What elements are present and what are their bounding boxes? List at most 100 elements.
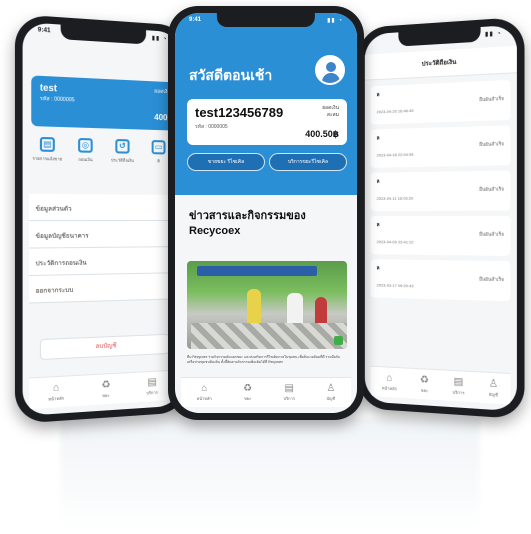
photo-logo [334, 336, 343, 345]
history-list: ล 2023-04-20 16:46:49 ยืนยันสำเร็จ ล 202… [371, 80, 511, 307]
list-item[interactable]: ล 2023-04-09 23:41:22 ยืนยันสำเร็จ [371, 216, 511, 256]
recycle-service-button[interactable]: บริการขยะรีไซเคิล [269, 153, 347, 171]
list-item[interactable]: ล 2023-04-18 22:04:54 ยืนยันสำเร็จ [371, 125, 511, 168]
nav-service[interactable]: ▤ บริการ [146, 377, 157, 397]
center-phone: 9:41 ▮▮ ◔ สวัสดีตอนเช้า test123456789 รห… [168, 6, 364, 420]
phone-reflection [60, 418, 480, 528]
recycle-icon: ♻ [101, 379, 110, 392]
center-screen: 9:41 ▮▮ ◔ สวัสดีตอนเช้า test123456789 รห… [175, 13, 357, 413]
left-screen: 9:41 ▮▮ ◔ test รหัส : 0000005 ยอดเงิ 400… [23, 22, 182, 416]
action-label: ถอนเงิน [78, 157, 92, 162]
recycle-icon: ♻ [243, 383, 252, 395]
status-time: 9:41 [38, 27, 51, 40]
nav-recycle[interactable]: ♻ ขยะ [420, 374, 429, 394]
truck-icon: ▭ [152, 140, 166, 154]
item-date: 2023-04-20 16:46:49 [377, 104, 504, 114]
home-icon: ⌂ [197, 383, 212, 395]
status-badge: ยืนยันสำเร็จ [479, 275, 504, 283]
nav-label: บัญชี [489, 392, 498, 398]
menu-item-withdraw-history[interactable]: ประวัติการถอนเงิน [29, 247, 175, 276]
nav-service[interactable]: ▤ บริการ [452, 376, 464, 396]
action-label: รายการแจ้งขาย [32, 156, 62, 162]
avatar[interactable] [315, 55, 345, 85]
nav-service[interactable]: ▤ บริการ [283, 383, 295, 402]
nav-profile[interactable]: ♙ บัญชี [489, 378, 499, 398]
nav-home[interactable]: ⌂ หน้าหลัก [382, 372, 397, 392]
nav-home[interactable]: ⌂ หน้าหลัก [197, 383, 212, 402]
account-card: test รหัส : 0000005 ยอดเงิ 400 [31, 75, 173, 130]
nav-label: ขยะ [102, 393, 109, 399]
quick-actions: ▤ รายการแจ้งขาย ◎ ถอนเงิน ↺ ประวัติถือเงิน … [31, 137, 181, 165]
nav-recycle[interactable]: ♻ ขยะ [243, 383, 252, 402]
delete-account-button[interactable]: ลบบัญชี [40, 334, 170, 360]
item-title: ล [377, 221, 504, 230]
action-label: ประวัติถือเงิน [111, 157, 134, 163]
account-card: test123456789 รหัส : 0000005 ยอดเงิน สะสม… [187, 99, 347, 145]
avatar-head [326, 62, 336, 72]
action-label: ติ [157, 158, 160, 163]
right-screen: ▮▮ ◔ ประวัติถือเงิน ล 2023-04-20 16:46:4… [365, 25, 517, 412]
greeting: สวัสดีตอนเช้า [189, 65, 272, 87]
menu-item-bank[interactable]: ข้อมูลบัญชีธนาคาร [29, 221, 175, 249]
bottom-nav: ⌂ หน้าหลัก ♻ ขยะ ▤ บริการ [29, 370, 175, 410]
sell-recycle-button[interactable]: ขายขยะ รีไซเคิล [187, 153, 265, 171]
action-withdraw[interactable]: ◎ ถอนเงิน [70, 138, 101, 164]
document-icon: ▤ [452, 376, 464, 389]
signal-icon: ▮▮ ◔ [485, 30, 502, 44]
nav-home[interactable]: ⌂ หน้าหลัก [48, 382, 64, 403]
photo-banner [197, 266, 317, 276]
nav-label: หน้าหลัก [382, 385, 397, 391]
document-icon: ▤ [283, 383, 295, 395]
item-date: 2023-04-11 16:03:20 [377, 195, 504, 201]
photo-waste-pile [191, 323, 347, 349]
news-image[interactable] [187, 261, 347, 349]
username: test123456789 [195, 105, 339, 120]
list-item[interactable]: ล 2023-04-20 16:46:49 ยืนยันสำเร็จ [371, 80, 511, 125]
nav-label: บริการ [146, 390, 157, 396]
news-text: ทีม Recycoex ร่วมกิจกรรมคัดแยกขยะ และส่ง… [187, 355, 347, 365]
list-item[interactable]: ล 2023-04-11 16:03:20 ยืนยันสำเร็จ [371, 171, 511, 211]
status-badge: ยืนยันสำเร็จ [479, 95, 504, 103]
item-date: 2023-04-09 23:41:22 [377, 239, 504, 245]
nav-label: ขยะ [421, 388, 428, 394]
item-date: 2023-04-18 22:04:54 [377, 150, 504, 158]
left-phone: 9:41 ▮▮ ◔ test รหัส : 0000005 ยอดเงิ 400… [15, 14, 188, 424]
notch [217, 13, 315, 27]
bottom-nav: ⌂ หน้าหลัก ♻ ขยะ ▤ บริการ ♙ บัญชี [181, 377, 351, 407]
list-icon: ▤ [40, 137, 55, 152]
status-badge: ยืนยันสำเร็จ [479, 185, 504, 193]
list-item[interactable]: ล 2023-03-17 09:20:43 ยืนยันสำเร็จ [371, 259, 511, 301]
nav-label: บัญชี [326, 396, 335, 401]
action-history[interactable]: ↺ ประวัติถือเงิน [107, 139, 137, 164]
right-phone: ▮▮ ◔ ประวัติถือเงิน ล 2023-04-20 16:46:4… [358, 17, 525, 420]
history-icon: ↺ [115, 139, 129, 154]
action-buttons: ขายขยะ รีไซเคิล บริการขยะรีไซเคิล [187, 153, 347, 171]
signal-icon: ▮▮ ◔ [327, 17, 343, 29]
points-value: 400 [154, 113, 167, 123]
news-title: ข่าวสารและกิจกรรมของ Recycoex [189, 209, 345, 239]
menu-item-logout[interactable]: ออกจากระบบ [29, 273, 175, 303]
nav-profile[interactable]: ♙ บัญชี [326, 383, 335, 402]
action-sell-list[interactable]: ▤ รายการแจ้งขาย [31, 137, 63, 163]
points-label: ยอดเงิน สะสม [322, 105, 339, 119]
item-date: 2023-03-17 09:20:43 [377, 282, 504, 290]
nav-label: บริการ [283, 396, 295, 401]
nav-label: หน้าหลัก [197, 396, 212, 401]
status-badge: ยืนยันสำเร็จ [479, 140, 504, 148]
signal-icon: ▮▮ ◔ [152, 35, 168, 48]
points-label: ยอดเงิ [154, 87, 167, 96]
recycle-icon: ♻ [420, 374, 429, 387]
home-icon: ⌂ [48, 382, 64, 395]
status-badge: ยืนยันสำเร็จ [479, 231, 504, 238]
nav-label: บริการ [452, 390, 464, 396]
document-icon: ▤ [146, 377, 157, 390]
nav-recycle[interactable]: ♻ ขยะ [101, 379, 110, 399]
item-title: ล [377, 264, 504, 275]
profile-menu: ข้อมูลส่วนตัว ข้อมูลบัญชีธนาคาร ประวัติก… [29, 194, 175, 304]
menu-item-profile[interactable]: ข้อมูลส่วนตัว [29, 194, 175, 221]
item-title: ล [377, 176, 504, 186]
status-time: 9:41 [189, 17, 201, 29]
profile-icon: ♙ [489, 378, 499, 391]
nav-label: หน้าหลัก [48, 395, 64, 401]
profile-icon: ♙ [326, 383, 335, 395]
